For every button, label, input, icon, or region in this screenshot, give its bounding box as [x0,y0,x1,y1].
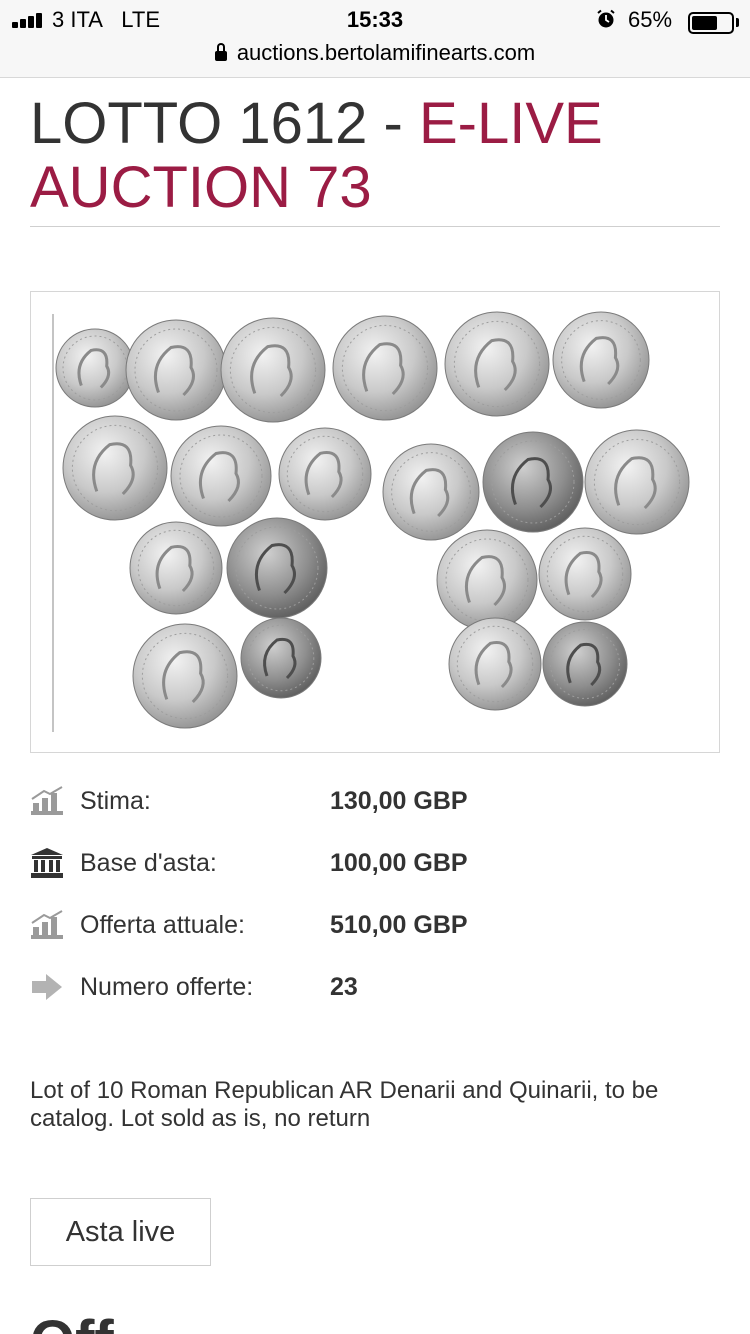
coin-9 [278,427,372,521]
coin-5 [444,311,550,417]
chart-icon [31,786,63,815]
coin-4 [332,315,438,421]
coin-13 [129,521,223,615]
lock-icon [214,43,227,61]
coin-17 [132,623,238,729]
bid-count-value: 23 [330,973,358,1001]
detail-row-bid-count: Numero offerte: 23 [30,956,720,1018]
arrow-right-icon [32,974,62,1000]
starting-price-label: Base d'asta: [80,849,217,877]
coin-6 [552,311,650,409]
coin-20 [542,621,628,707]
coin-18 [240,617,322,699]
coin-10 [382,443,480,541]
battery-icon [688,12,734,34]
current-bid-label: Offerta attuale: [80,911,245,939]
chart-icon [31,910,63,939]
lot-number: LOTTO 1612 - [30,91,419,156]
address-bar[interactable]: auctions.bertolamifinearts.com [0,40,750,66]
bank-icon [31,848,63,878]
coin-15 [436,529,538,631]
coin-12 [584,429,690,535]
status-bar: 3 ITA LTE 15:33 65% auctions.bertolamifi… [0,0,750,78]
alarm-icon [597,9,615,28]
page-title: LOTTO 1612 - E-LIVE AUCTION 73 [30,92,720,227]
coin-3 [220,317,326,423]
coin-14 [226,517,328,619]
detail-row-estimate: Stima: 130,00 GBP [30,770,720,832]
live-auction-button[interactable]: Asta live [30,1198,211,1266]
detail-row-current-bid: Offerta attuale: 510,00 GBP [30,894,720,956]
estimate-label: Stima: [80,787,151,815]
detail-row-starting-price: Base d'asta: 100,00 GBP [30,832,720,894]
battery-percent: 65% [628,7,673,32]
estimate-value: 130,00 GBP [330,787,468,815]
lot-description: Lot of 10 Roman Republican AR Denarii an… [30,1077,659,1132]
url-text: auctions.bertolamifinearts.com [236,40,536,65]
bid-count-label: Numero offerte: [80,973,254,1001]
coin-19 [448,617,542,711]
coins-photo [55,311,690,729]
coin-7 [62,415,168,521]
coin-11 [482,431,584,533]
starting-price-value: 100,00 GBP [330,849,468,877]
lot-image[interactable] [30,291,720,753]
offers-heading: Off [30,1312,114,1334]
current-bid-value: 510,00 GBP [330,911,468,939]
lot-details: Stima: 130,00 GBP Base d'asta: 100,00 GB… [30,770,720,1018]
coin-8 [170,425,272,527]
coin-2 [125,319,227,421]
coin-1 [55,328,135,408]
coin-16 [538,527,632,621]
